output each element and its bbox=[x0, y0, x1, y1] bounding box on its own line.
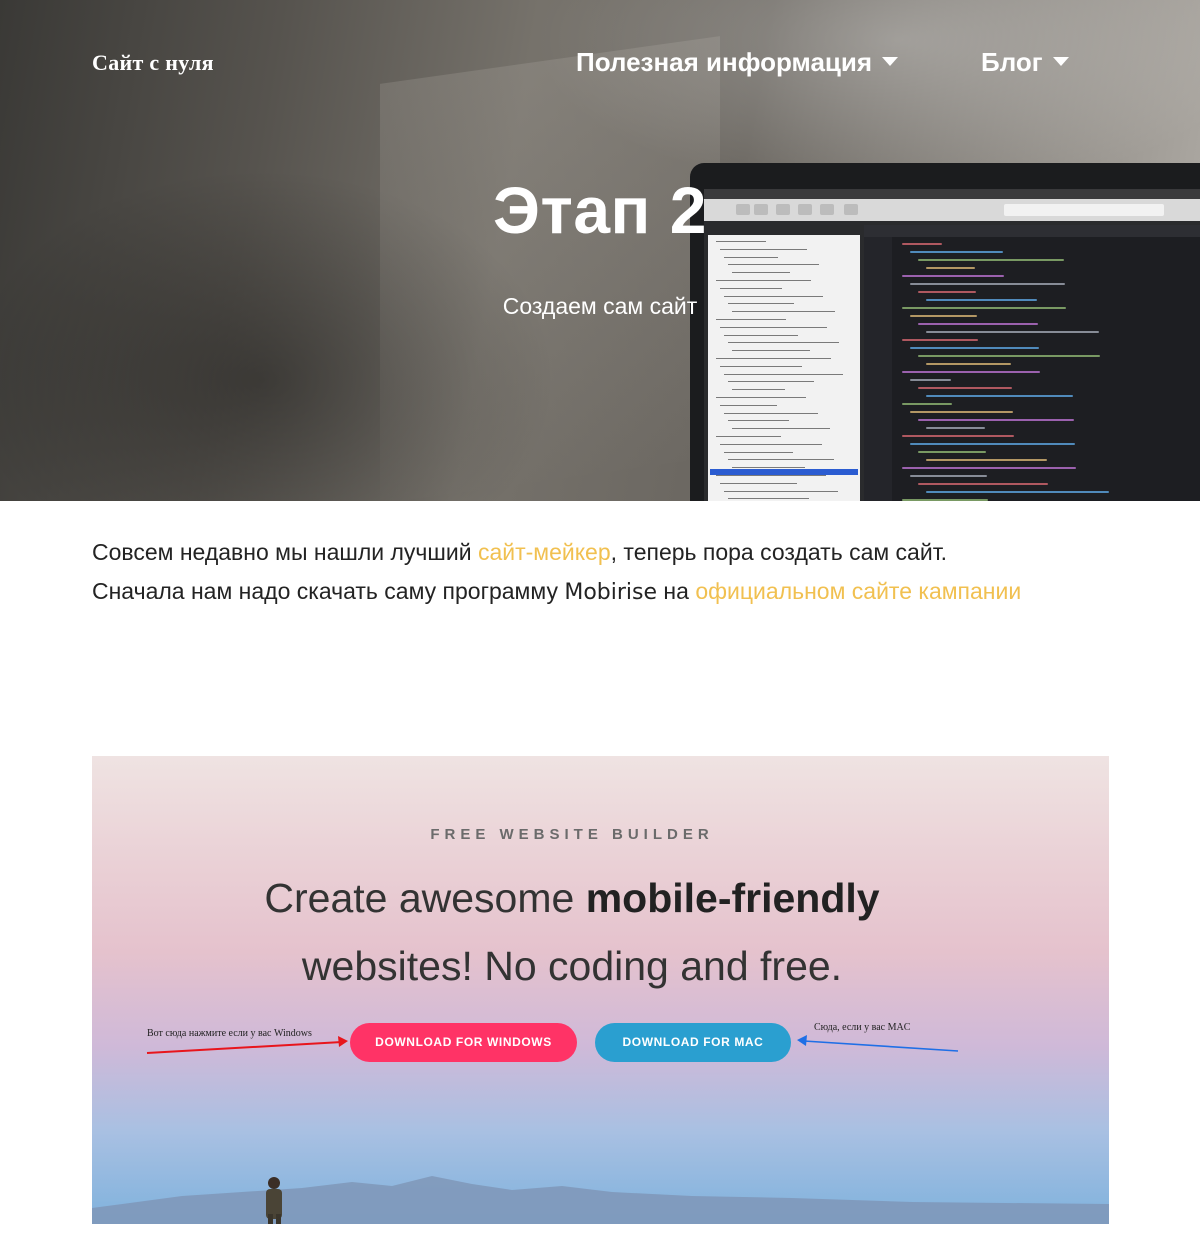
intro-text: на bbox=[657, 578, 696, 604]
code-line bbox=[910, 411, 1013, 413]
page-title: Этап 2 bbox=[493, 173, 707, 247]
code-line bbox=[902, 275, 1004, 277]
editor-file-tree bbox=[708, 235, 860, 501]
file-tree-line bbox=[732, 272, 790, 274]
code-line bbox=[918, 355, 1100, 357]
brand-logo-link[interactable]: Сайт с нуля bbox=[92, 50, 214, 76]
file-tree-line bbox=[716, 280, 811, 281]
code-line bbox=[902, 435, 1014, 437]
annotation-arrows bbox=[146, 1035, 959, 1054]
code-line bbox=[902, 499, 988, 501]
file-tree-line bbox=[732, 428, 830, 430]
hero-section: Сайт с нуля Полезная информация Блог Эта… bbox=[0, 0, 1200, 501]
file-tree-line bbox=[732, 350, 810, 352]
nav-item-blog[interactable]: Блог bbox=[981, 47, 1069, 78]
code-line bbox=[910, 475, 987, 477]
file-tree-line bbox=[720, 482, 797, 484]
code-line bbox=[918, 419, 1074, 421]
file-tree-line bbox=[716, 436, 781, 437]
file-tree-line bbox=[728, 420, 789, 422]
file-tree-line bbox=[716, 475, 826, 476]
code-line bbox=[910, 347, 1039, 349]
editor-code-area bbox=[864, 225, 1200, 501]
code-line bbox=[926, 363, 1011, 365]
code-line bbox=[918, 259, 1064, 261]
site-maker-link[interactable]: сайт-мейкер bbox=[478, 539, 611, 565]
file-tree-line bbox=[724, 490, 838, 492]
file-tree-line bbox=[728, 342, 839, 344]
file-tree-line bbox=[716, 358, 831, 359]
intro-text: , теперь пора создать сам сайт. bbox=[610, 539, 948, 565]
file-tree-line bbox=[720, 248, 807, 250]
file-tree-line bbox=[728, 498, 809, 500]
code-line bbox=[926, 491, 1109, 493]
file-tree-line bbox=[728, 264, 819, 266]
file-tree-line bbox=[724, 256, 778, 258]
nav-item-label: Полезная информация bbox=[576, 47, 873, 77]
navbar: Сайт с нуля Полезная информация Блог bbox=[0, 0, 1200, 120]
intro-text: Сначала нам надо скачать саму программу bbox=[92, 578, 565, 604]
mobirise-screenshot: FREE WEBSITE BUILDER Create awesome mobi… bbox=[92, 756, 1109, 1224]
code-line bbox=[918, 483, 1048, 485]
file-tree-line bbox=[724, 334, 798, 336]
editor-gutter bbox=[864, 237, 892, 501]
blue-arrow-icon bbox=[797, 1035, 959, 1052]
file-tree-selected-row bbox=[710, 469, 858, 475]
code-line bbox=[910, 379, 951, 381]
file-tree-line bbox=[728, 381, 814, 383]
code-line bbox=[902, 371, 1040, 373]
code-line bbox=[902, 467, 1076, 469]
file-tree-line bbox=[720, 443, 822, 445]
code-line bbox=[926, 427, 985, 429]
code-line bbox=[902, 339, 978, 341]
nav-item-useful-info[interactable]: Полезная информация bbox=[576, 47, 899, 78]
mobirise-name: Mobirise bbox=[564, 580, 658, 605]
code-line bbox=[902, 403, 952, 405]
file-tree-line bbox=[720, 326, 827, 328]
file-tree-line bbox=[724, 451, 793, 453]
code-line bbox=[926, 459, 1047, 461]
chevron-down-icon bbox=[882, 56, 899, 66]
file-tree-line bbox=[720, 365, 802, 367]
file-tree-line bbox=[720, 287, 782, 289]
page-subtitle: Создаем сам сайт bbox=[502, 293, 698, 319]
code-line bbox=[918, 323, 1038, 325]
intro-text: Совсем недавно мы нашли лучший bbox=[92, 539, 478, 565]
file-tree-line bbox=[724, 412, 818, 414]
nav-item-label: Блог bbox=[981, 47, 1043, 77]
red-arrow-icon bbox=[146, 1036, 348, 1054]
code-line bbox=[910, 283, 1065, 285]
intro-paragraph: Совсем недавно мы нашли лучший сайт-мейк… bbox=[92, 533, 1132, 612]
code-line bbox=[910, 251, 1003, 253]
file-tree-line bbox=[728, 459, 834, 461]
official-site-link[interactable]: официальном сайте кампании bbox=[695, 578, 1021, 604]
chevron-down-icon bbox=[1052, 56, 1069, 66]
code-line bbox=[918, 451, 986, 453]
code-line bbox=[910, 443, 1075, 445]
file-tree-line bbox=[732, 389, 785, 391]
file-tree-line bbox=[724, 373, 843, 375]
file-tree-line bbox=[716, 397, 806, 398]
code-line bbox=[926, 331, 1099, 333]
file-tree-line bbox=[720, 404, 777, 406]
code-line bbox=[926, 395, 1073, 397]
code-line bbox=[918, 387, 1012, 389]
code-line bbox=[926, 267, 975, 269]
